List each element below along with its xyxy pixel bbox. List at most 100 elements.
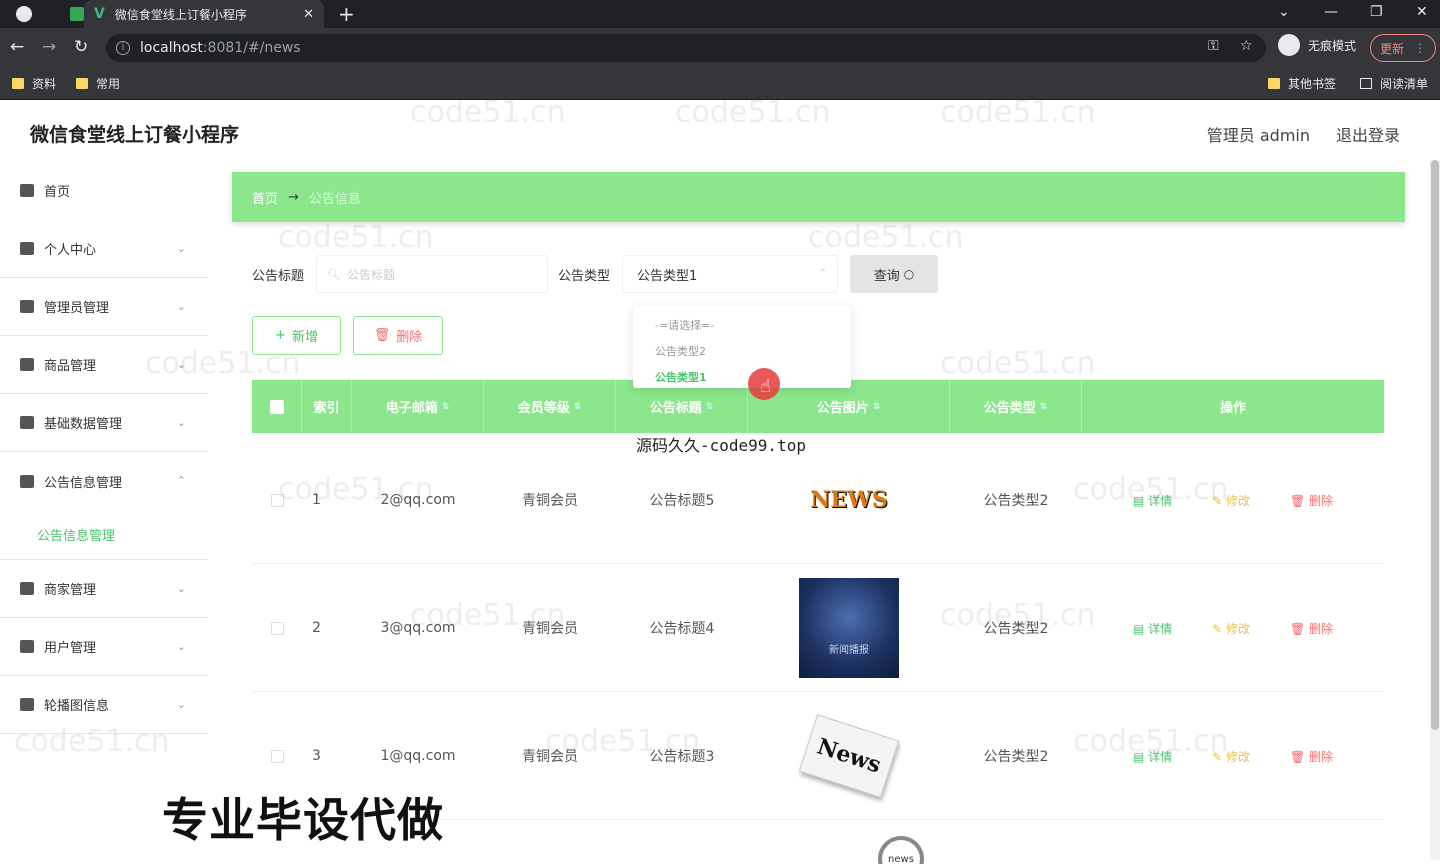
chevron-down-icon: ⌄ [176,640,186,653]
cell-image: news [800,820,1002,864]
site-info-icon[interactable]: i [116,41,130,55]
reload-icon[interactable]: ↻ [74,37,88,57]
cell-type: 公告类型2 [983,621,1049,637]
back-icon[interactable]: ← [10,37,24,57]
sidebar-item-home[interactable]: 首页 [0,160,208,220]
sidebar-item-label: 首页 [44,184,71,200]
extension-icon[interactable] [70,7,84,21]
cell-ops: ▤ 详情 ✎ 修改 🗑︎ 删除 [1082,564,1384,692]
arrow-right-icon: → [288,189,299,205]
news-image-text: News [813,733,885,779]
select-all-checkbox[interactable] [269,399,284,414]
bookmark-star-icon[interactable]: ☆ [1240,38,1253,54]
watermark: code51.cn [808,220,964,255]
update-button[interactable]: 更新 ⋮ [1370,34,1436,62]
row-checkbox[interactable] [270,493,284,507]
logout-link[interactable]: 退出登录 [1336,122,1400,146]
query-button[interactable]: 查询 ○ [850,255,939,293]
dropdown-option[interactable]: 公告类型2 [633,338,851,364]
delete-button[interactable]: 🗑︎ 删除 [1290,748,1333,765]
delete-label: 删除 [1309,493,1334,508]
breadcrumb-home[interactable]: 首页 [252,188,278,207]
sidebar-item-merchants[interactable]: 商家管理 ⌄ [0,560,208,618]
minimize-icon[interactable]: — [1324,4,1338,20]
news-image[interactable]: news [878,836,924,864]
sidebar-item-basic-data[interactable]: 基础数据管理 ⌄ [0,394,208,452]
hand-cursor-icon: ☝ [760,376,771,397]
column-header[interactable]: 索引 [302,380,352,433]
search-form: 公告标题 🔍︎ 公告标题 公告类型 公告类型1 ⌃ 查询 ○ [252,254,939,294]
tab-search-icon[interactable]: ⌄ [1278,4,1290,20]
edit-label: 修改 [1225,621,1250,636]
cell-index: 2 [312,620,321,636]
row-checkbox[interactable] [270,749,284,763]
incognito-indicator[interactable]: 无痕模式 [1278,34,1356,56]
scrollbar-thumb[interactable] [1431,160,1439,730]
title-search-input[interactable]: 🔍︎ 公告标题 [316,255,549,293]
watermark: code51.cn [410,95,566,130]
other-bookmarks[interactable]: 其他书签 [1268,75,1336,92]
sidebar-item-carousel[interactable]: 轮播图信息 ⌄ [0,676,208,734]
sidebar-item-goods[interactable]: 商品管理 ⌄ [0,336,208,394]
delete-button[interactable]: 🗑︎ 删除 [1290,492,1333,509]
edit-button[interactable]: ✎ 修改 [1212,492,1250,509]
type-select[interactable]: 公告类型1 ⌃ [622,255,839,293]
chevron-down-icon: ⌄ [176,582,186,595]
batch-delete-button[interactable]: 🗑︎ 删除 [353,316,443,355]
reading-list[interactable]: 阅读清单 [1360,75,1428,92]
news-image[interactable]: 新闻播报 [799,578,899,678]
dropdown-option[interactable]: -=请选择=- [633,312,851,338]
grid-icon [20,474,34,488]
address-bar[interactable]: i localhost :8081/#/news [106,34,1266,62]
news-image[interactable]: NEWS [799,450,899,550]
column-header[interactable]: 公告类型 ⇅ [950,380,1082,433]
add-label: 新增 [291,330,318,345]
edit-button[interactable]: ✎ 修改 [1212,620,1250,637]
sidebar-item-admins[interactable]: 管理员管理 ⌄ [0,278,208,336]
column-header[interactable]: 会员等级 ⇅ [484,380,616,433]
header-label: 操作 [1219,401,1246,416]
edit-button[interactable]: ✎ 修改 [1212,748,1250,765]
new-tab-icon[interactable]: + [338,2,355,26]
bookmarks-bar: 资料 常用 其他书签 阅读清单 [0,68,1440,100]
browser-tab[interactable]: V 微信食堂线上订餐小程序 ✕ [84,0,324,28]
row-checkbox[interactable] [270,621,284,635]
column-header[interactable]: 电子邮箱 ⇅ [352,380,484,433]
sort-icon: ⇅ [441,401,450,412]
dropdown-option-selected[interactable]: 公告类型1 [633,364,851,390]
sidebar-item-profile[interactable]: 个人中心 ⌄ [0,220,208,278]
type-select-value: 公告类型1 [637,268,698,284]
sidebar-item-label: 基础数据管理 [44,417,123,432]
incognito-icon [1278,34,1300,56]
sort-icon: ⇅ [872,401,881,412]
add-button[interactable]: + 新增 [252,316,341,355]
data-icon [20,416,34,429]
delete-button[interactable]: 🗑︎ 删除 [1290,620,1333,637]
detail-button[interactable]: ▤ 详情 [1133,620,1172,637]
title-label: 公告标题 [252,268,305,284]
restore-icon[interactable]: ❐ [1370,4,1383,20]
sidebar-item-label: 商家管理 [44,583,97,598]
cell-image: 新闻播报 [748,564,950,692]
chevron-up-icon: ⌃ [176,474,186,487]
url-path: :8081/#/news [202,40,301,56]
edit-label: 修改 [1225,493,1250,508]
close-tab-icon[interactable]: ✕ [303,7,314,22]
header-label: 公告类型 [983,401,1036,416]
trash-icon: 🗑︎ [373,328,391,343]
goods-icon [20,358,34,371]
news-image[interactable]: News [798,714,900,798]
detail-button[interactable]: ▤ 详情 [1133,492,1172,509]
delete-label: 删除 [1309,749,1334,764]
sidebar-item-users[interactable]: 用户管理 ⌄ [0,618,208,676]
sidebar-item-news[interactable]: 公告信息管理 ⌃ [0,452,208,510]
key-icon[interactable]: ⚿ [1208,38,1219,54]
bookmark-folder[interactable]: 常用 [76,75,120,92]
forward-icon[interactable]: → [42,37,56,57]
bookmark-folder[interactable]: 资料 [12,75,56,92]
cell-title: 公告标题3 [649,749,715,765]
detail-button[interactable]: ▤ 详情 [1133,748,1172,765]
sidebar-subitem-news[interactable]: 公告信息管理 [0,510,208,560]
close-window-icon[interactable]: ✕ [1416,4,1428,20]
page-scrollbar[interactable] [1430,160,1440,860]
